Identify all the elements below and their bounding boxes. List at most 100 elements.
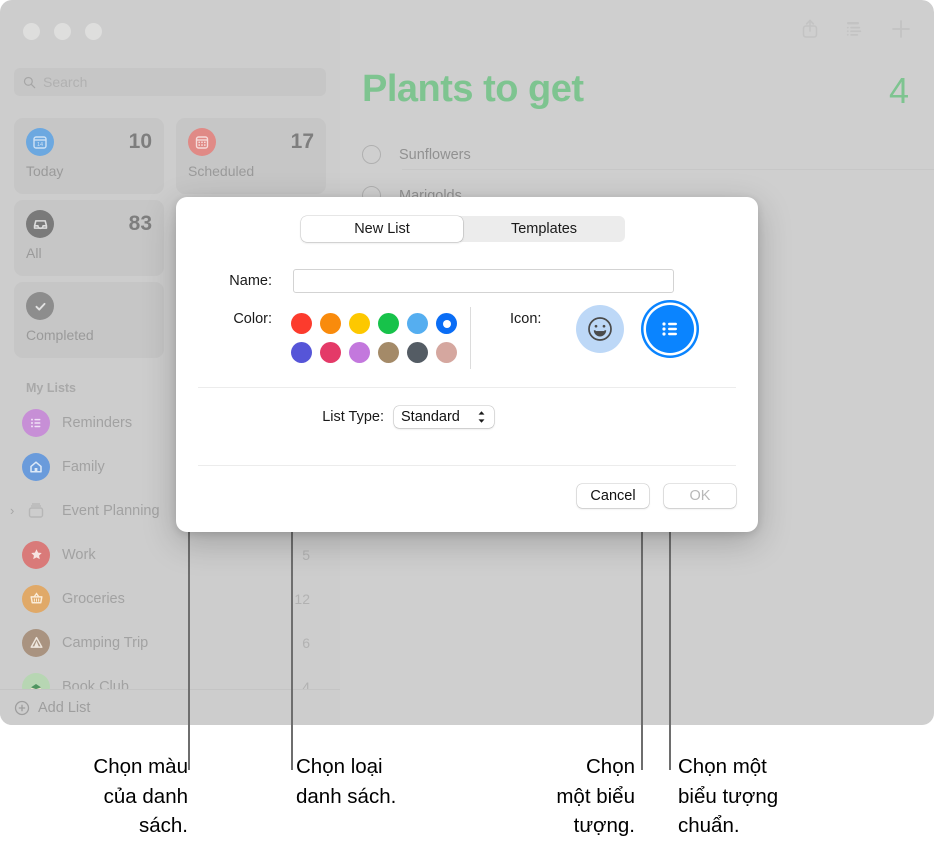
chevron-up-down-icon xyxy=(478,411,485,423)
reminder-title: Sunflowers xyxy=(399,146,471,163)
smart-card-label: Scheduled xyxy=(188,163,255,179)
list-type-label: List Type: xyxy=(322,409,384,425)
color-swatch-orange[interactable] xyxy=(320,313,341,334)
search-icon xyxy=(23,76,36,88)
content-toolbar xyxy=(800,18,912,40)
callout-line: biểu tượng xyxy=(678,784,779,808)
standard-icon-button[interactable] xyxy=(646,305,694,353)
plus-circle-icon xyxy=(14,700,30,715)
color-swatch-red[interactable] xyxy=(291,313,312,334)
house-icon xyxy=(22,452,50,481)
callout-standard-icon: Chọn một biểu tượng chuẩn. xyxy=(678,752,848,841)
star-icon xyxy=(22,540,50,569)
bullet-list-icon xyxy=(662,322,677,336)
close-button[interactable] xyxy=(23,23,40,40)
smiley-face-icon xyxy=(588,317,612,341)
tab-templates[interactable]: Templates xyxy=(463,216,625,242)
sidebar-item-count: 6 xyxy=(302,634,310,651)
callout-line: tượng. xyxy=(573,814,635,838)
new-list-dialog: New List Templates Name: Color: Icon: Li… xyxy=(176,197,758,532)
search-input[interactable]: Search xyxy=(14,68,326,96)
add-list-button[interactable]: Add List xyxy=(0,689,340,725)
checkmark-icon xyxy=(26,292,54,320)
sidebar-item-label: Event Planning xyxy=(62,502,160,519)
sidebar-item-label: Work xyxy=(62,546,96,563)
callout-line: Chọn một xyxy=(678,755,767,778)
callout-line: chuẩn. xyxy=(678,814,740,838)
sidebar-item-count: 12 xyxy=(294,590,310,607)
tent-icon xyxy=(22,628,50,657)
smart-card-count: 17 xyxy=(290,130,314,153)
list-view-icon[interactable] xyxy=(844,20,866,38)
smart-card-label: Today xyxy=(26,163,64,179)
sidebar-item-label: Family xyxy=(62,458,105,475)
search-placeholder: Search xyxy=(43,74,88,90)
sidebar-item-label: Groceries xyxy=(62,590,125,607)
svg-text:14: 14 xyxy=(37,142,43,148)
color-swatch-yellow[interactable] xyxy=(349,313,370,334)
emoji-picker-button[interactable] xyxy=(576,305,624,353)
sidebar-item-work[interactable]: Work 5 xyxy=(14,534,334,575)
tab-new-list[interactable]: New List xyxy=(301,216,463,242)
color-swatch-graphite[interactable] xyxy=(407,342,428,363)
color-swatch-pink[interactable] xyxy=(320,342,341,363)
color-swatch-grid xyxy=(287,309,461,367)
window-traffic-lights[interactable] xyxy=(23,23,102,40)
smart-card-count: 10 xyxy=(128,130,152,153)
calendar-icon xyxy=(188,128,216,156)
basket-icon xyxy=(22,584,50,613)
callout-emoji: Chọn một biểu tượng. xyxy=(495,752,635,841)
page-title: Plants to get xyxy=(362,68,584,110)
sidebar-item-groceries[interactable]: Groceries 12 xyxy=(14,578,334,619)
smart-card-completed[interactable]: Completed xyxy=(14,282,164,358)
vertical-divider xyxy=(470,307,471,369)
section-header-my-lists: My Lists xyxy=(26,381,77,395)
color-row: Color: xyxy=(176,309,461,367)
smart-card-label: All xyxy=(26,245,42,261)
color-swatch-blue-selected[interactable] xyxy=(436,313,457,334)
screenshot-root: Search 14 10 Today 17 Scheduled 83 All C… xyxy=(0,0,934,862)
reminder-separator xyxy=(402,169,934,170)
name-label: Name: xyxy=(229,273,272,289)
color-swatch-green[interactable] xyxy=(378,313,399,334)
icon-label: Icon: xyxy=(510,311,542,327)
plus-icon[interactable] xyxy=(890,18,912,40)
zoom-button[interactable] xyxy=(85,23,102,40)
sidebar-item-count: 5 xyxy=(302,546,310,563)
color-swatch-light-blue[interactable] xyxy=(407,313,428,334)
share-icon[interactable] xyxy=(800,18,820,40)
callout-color: Chọn màu của danh sách. xyxy=(18,752,188,841)
divider-top xyxy=(198,387,736,388)
sidebar-item-label: Camping Trip xyxy=(62,634,149,651)
cancel-button[interactable]: Cancel xyxy=(577,484,649,508)
divider-bottom xyxy=(198,465,736,466)
dialog-tab-bar: New List Templates xyxy=(301,216,625,242)
chevron-right-icon[interactable]: › xyxy=(10,503,14,518)
smart-card-scheduled[interactable]: 17 Scheduled xyxy=(176,118,326,194)
color-swatch-brown[interactable] xyxy=(378,342,399,363)
name-row: Name: xyxy=(176,269,758,293)
color-swatch-indigo[interactable] xyxy=(291,342,312,363)
callout-list-type: Chọn loại danh sách. xyxy=(296,752,446,811)
list-type-select[interactable]: Standard xyxy=(394,406,494,428)
color-swatch-purple[interactable] xyxy=(349,342,370,363)
list-type-value: Standard xyxy=(401,409,460,425)
name-input[interactable] xyxy=(293,269,674,293)
bullet-list-icon xyxy=(22,408,50,437)
callout-line: Chọn loại xyxy=(296,755,383,778)
smart-card-count: 83 xyxy=(128,212,152,235)
callout-line: một biểu xyxy=(556,784,635,808)
smart-card-all[interactable]: 83 All xyxy=(14,200,164,276)
minimize-button[interactable] xyxy=(54,23,71,40)
list-type-row: List Type: Standard xyxy=(176,406,494,428)
callout-line: Chọn xyxy=(585,755,635,778)
ok-button: OK xyxy=(664,484,736,508)
color-swatch-dusty-rose[interactable] xyxy=(436,342,457,363)
smart-card-today[interactable]: 14 10 Today xyxy=(14,118,164,194)
reminder-checkbox[interactable] xyxy=(362,145,381,164)
tray-icon xyxy=(26,210,54,238)
callout-line: của danh xyxy=(103,784,188,808)
callout-line: sách. xyxy=(139,814,188,838)
sidebar-item-camping-trip[interactable]: Camping Trip 6 xyxy=(14,622,334,663)
sidebar-item-label: Reminders xyxy=(62,414,133,431)
